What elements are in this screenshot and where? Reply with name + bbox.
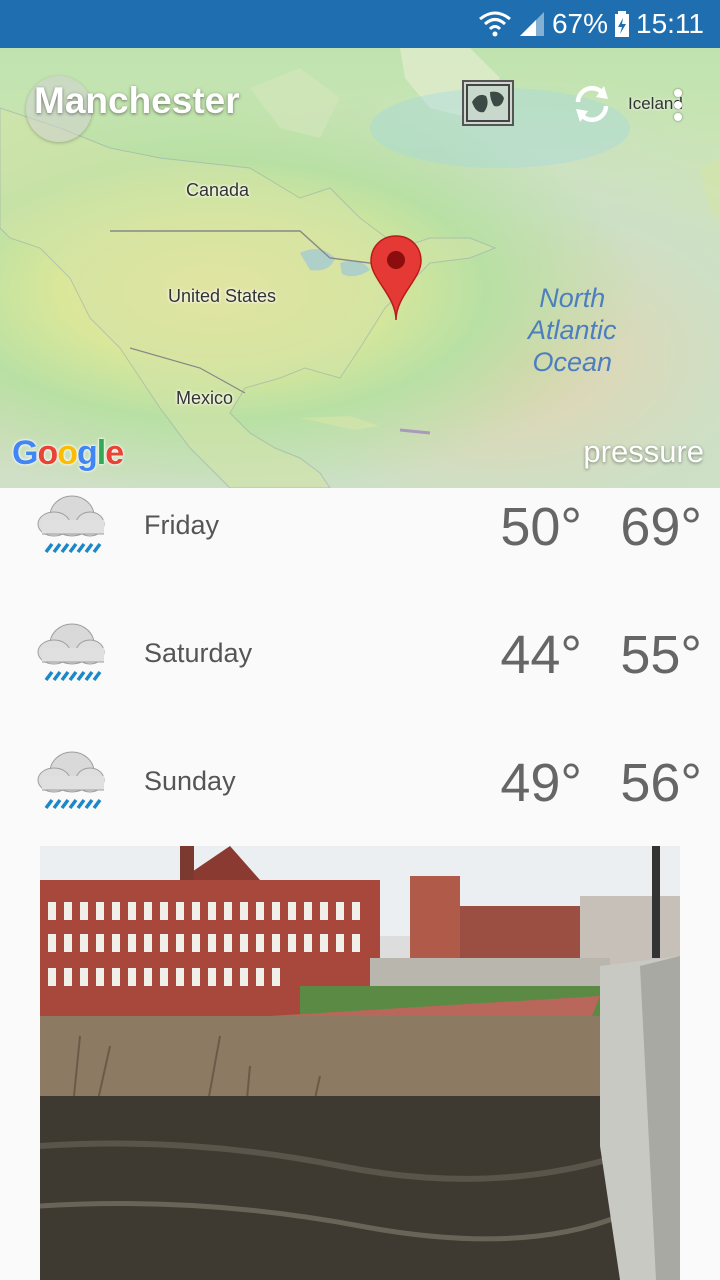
- city-photo: [40, 846, 680, 1280]
- status-bar: 67% 15:11: [0, 0, 720, 48]
- status-icons: 67% 15:11: [478, 6, 704, 42]
- day-name: Friday: [144, 510, 220, 540]
- forecast-list: Friday 50° 69° Saturday 44° 55° Sunday 4…: [0, 488, 720, 872]
- rain-cloud-icon: [37, 623, 105, 682]
- low-temp: 49°: [500, 753, 582, 813]
- city-photo-illustration: [40, 846, 680, 1280]
- battery-charging-icon: [615, 11, 629, 37]
- map-label-ocean: North Atlantic Ocean: [528, 282, 617, 378]
- ocean-label-line2: Atlantic: [528, 315, 617, 345]
- day-name: Sunday: [144, 766, 236, 796]
- day-name: Saturday: [144, 638, 253, 668]
- overlay-mode-label[interactable]: pressure: [583, 434, 704, 470]
- location-pin-icon[interactable]: [368, 234, 424, 322]
- signal-icon: [519, 12, 544, 36]
- rain-cloud-icon: [37, 495, 105, 554]
- battery-percent: 67%: [551, 8, 608, 39]
- rain-cloud-icon: [37, 751, 105, 810]
- map-layers-button[interactable]: [462, 80, 514, 126]
- refresh-icon[interactable]: [570, 82, 614, 126]
- forecast-row[interactable]: Saturday 44° 55°: [0, 616, 720, 744]
- map-layers-icon: [466, 84, 510, 122]
- low-temp: 44°: [500, 625, 582, 685]
- wifi-icon: [479, 11, 511, 37]
- weather-map[interactable]: Canada United States Mexico North Atlant…: [0, 48, 720, 488]
- forecast-row[interactable]: Friday 50° 69°: [0, 488, 720, 616]
- low-temp: 50°: [500, 497, 582, 557]
- high-temp: 56°: [620, 753, 702, 813]
- map-label-usa: United States: [168, 286, 277, 306]
- clock: 15:11: [636, 8, 704, 39]
- google-logo: Google: [12, 434, 124, 472]
- map-label-mexico: Mexico: [176, 388, 234, 408]
- high-temp: 69°: [620, 497, 702, 557]
- ocean-label-line3: Ocean: [532, 347, 613, 377]
- ocean-label-line1: North: [539, 283, 606, 313]
- city-title[interactable]: Manchester: [34, 80, 240, 122]
- more-options-icon[interactable]: [668, 86, 688, 126]
- map-label-canada: Canada: [186, 180, 250, 200]
- high-temp: 55°: [620, 625, 702, 685]
